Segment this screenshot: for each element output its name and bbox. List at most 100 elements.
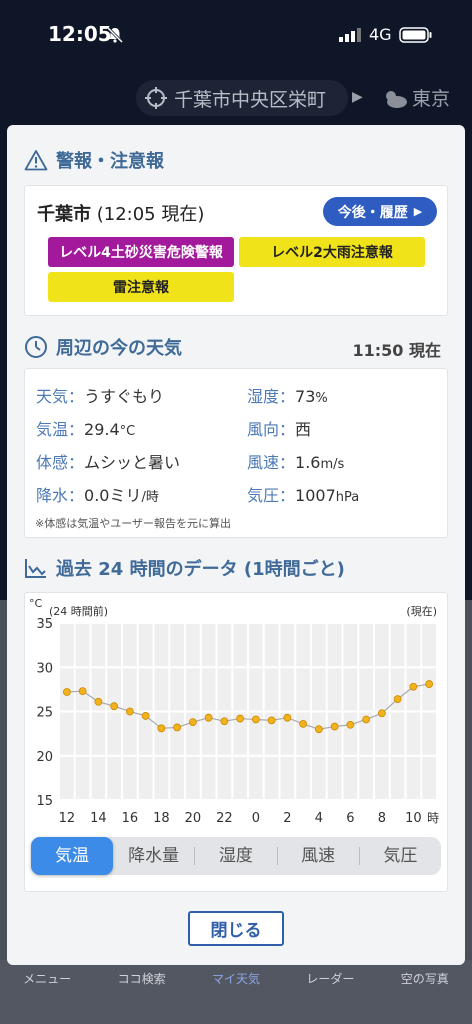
obs-wind-direction: 風向：西	[247, 420, 312, 439]
nav-my-weather[interactable]: マイ天気	[196, 970, 276, 1024]
warning-triangle-icon	[24, 150, 48, 171]
clock-icon	[25, 336, 47, 358]
warnings-card: 千葉市 (12:05 現在) 今後・履歴 ▶ レベル4土砂災害危険警報 レベル2…	[24, 185, 448, 316]
x-tick-label: 10	[405, 811, 422, 826]
obs-humidity: 湿度：73%	[247, 387, 328, 406]
y-unit-label: °C	[29, 597, 43, 610]
x-tick-label: 14	[90, 811, 107, 826]
y-tick-label: 20	[36, 750, 53, 765]
x-tick-label: 16	[122, 811, 139, 826]
data-point	[188, 718, 197, 727]
network-label: 4G	[369, 25, 392, 44]
bottom-nav: メニュー ココ検索 マイ天気 レーダー 空の写真	[0, 960, 472, 1024]
data-point	[78, 687, 87, 696]
nav-radar[interactable]: レーダー	[290, 970, 370, 1024]
x-tick-label: 18	[153, 811, 170, 826]
y-tick-label: 30	[36, 661, 53, 676]
data-point	[94, 697, 103, 706]
weather-detail-modal: 警報・注意報 千葉市 (12:05 現在) 今後・履歴 ▶ レベル4土砂災害危険…	[7, 125, 465, 965]
obs-weather: 天気：うすぐもり	[36, 387, 165, 406]
data-point	[267, 716, 276, 725]
nav-menu[interactable]: メニュー	[7, 970, 87, 1024]
x-tick-label: 12	[59, 811, 76, 826]
weather-place-label: 東京	[412, 88, 451, 110]
x-unit-label: 時	[427, 811, 439, 825]
badge-thunder[interactable]: 雷注意報	[48, 272, 234, 302]
tab-precipitation[interactable]: 降水量	[113, 837, 194, 875]
data-point	[173, 723, 182, 732]
x-tick-label: 22	[216, 811, 233, 826]
obs-pressure: 気圧：1007hPa	[247, 486, 360, 505]
y-tick-label: 35	[36, 617, 53, 632]
data-point	[251, 715, 260, 724]
metric-tabs: 気温 降水量 湿度 風速 気圧	[31, 837, 441, 875]
x-tick-label: 6	[346, 811, 354, 826]
location-label: 千葉市中央区栄町	[174, 88, 327, 111]
status-time: 12:05	[48, 22, 112, 46]
play-arrow-icon[interactable]: ▶	[352, 89, 363, 105]
warnings-header: 警報・注意報	[24, 147, 164, 173]
x-tick-label: 20	[185, 811, 202, 826]
data-point	[62, 688, 71, 696]
data-point	[157, 724, 166, 733]
data-point	[393, 695, 402, 704]
data-point	[346, 720, 355, 729]
data-point	[141, 712, 150, 720]
x-tick-label: 4	[315, 811, 323, 826]
warnings-title: 警報・注意報	[56, 151, 164, 172]
data-point	[409, 682, 418, 691]
y-tick-label: 15	[36, 794, 53, 809]
warning-as-of: (12:05 現在)	[96, 204, 205, 225]
signal-icon	[339, 28, 361, 42]
data-point	[330, 722, 339, 731]
warning-city: 千葉市	[37, 204, 91, 225]
data-point	[425, 680, 434, 688]
current-weather-title: 周辺の今の天気	[56, 338, 182, 359]
y-tick-label: 25	[36, 706, 53, 721]
temperature-chart: 35 30 25 20 15 °C (24 時間前) (現在) 12 14 16 18 20 22 0 2 4 6…	[29, 597, 439, 826]
data-point	[125, 707, 134, 716]
obs-precipitation: 降水：0.0ミリ/時	[36, 486, 159, 505]
current-weather-card: 天気：うすぐもり 気温：29.4°C 体感：ムシッと暑い 降水：0.0ミリ/時 …	[24, 368, 448, 538]
tab-temperature[interactable]: 気温	[31, 837, 113, 875]
cloud-sun-icon	[386, 90, 407, 108]
data-point	[314, 725, 323, 734]
data-point	[362, 715, 371, 724]
badge-level2-heavy-rain[interactable]: レベル2大雨注意報	[239, 237, 425, 267]
x-tick-label: 2	[283, 811, 291, 826]
data-point	[377, 709, 386, 718]
battery-icon	[399, 27, 432, 43]
history-title: 過去 24 時間のデータ (1時間ごと)	[56, 559, 345, 580]
tab-humidity[interactable]: 湿度	[195, 837, 276, 875]
status-bar: 12:05 4G	[0, 0, 472, 70]
tab-pressure[interactable]: 気圧	[360, 837, 441, 875]
warning-city-line: 千葉市 (12:05 現在)	[37, 200, 204, 226]
data-point	[220, 717, 229, 726]
line-chart-icon	[25, 559, 46, 578]
obs-temperature: 気温：29.4°C	[36, 420, 136, 439]
chart-left-note: (24 時間前)	[49, 604, 108, 618]
bell-slash-icon	[106, 26, 124, 44]
data-point	[236, 714, 245, 723]
badge-level4-landslide[interactable]: レベル4土砂災害危険警報	[48, 237, 234, 267]
tab-wind-speed[interactable]: 風速	[278, 837, 359, 875]
history-header: 過去 24 時間のデータ (1時間ごと)	[24, 555, 345, 581]
current-weather-header: 周辺の今の天気	[24, 334, 182, 360]
caret-right-icon: ▶	[413, 205, 423, 218]
x-tick-label: 0	[252, 811, 260, 826]
close-button[interactable]: 閉じる	[188, 911, 284, 946]
nav-search[interactable]: ココ検索	[102, 970, 182, 1024]
feels-like-note: ※体感は気温やユーザー報告を元に算出	[35, 517, 231, 530]
chart-right-note: (現在)	[406, 605, 437, 618]
history-button[interactable]: 今後・履歴 ▶	[323, 197, 437, 226]
x-tick-label: 8	[378, 811, 386, 826]
nav-sky-photos[interactable]: 空の写真	[385, 970, 465, 1024]
crosshair-icon	[145, 87, 167, 109]
location-selector[interactable]: 千葉市中央区栄町	[136, 80, 348, 116]
obs-wind-speed: 風速：1.6m/s	[247, 453, 345, 472]
current-weather-time: 11:50 現在	[352, 341, 441, 360]
data-point	[110, 702, 119, 711]
data-point	[204, 713, 213, 722]
history-button-label: 今後・履歴	[337, 204, 408, 221]
obs-feels-like: 体感：ムシッと暑い	[36, 453, 181, 472]
